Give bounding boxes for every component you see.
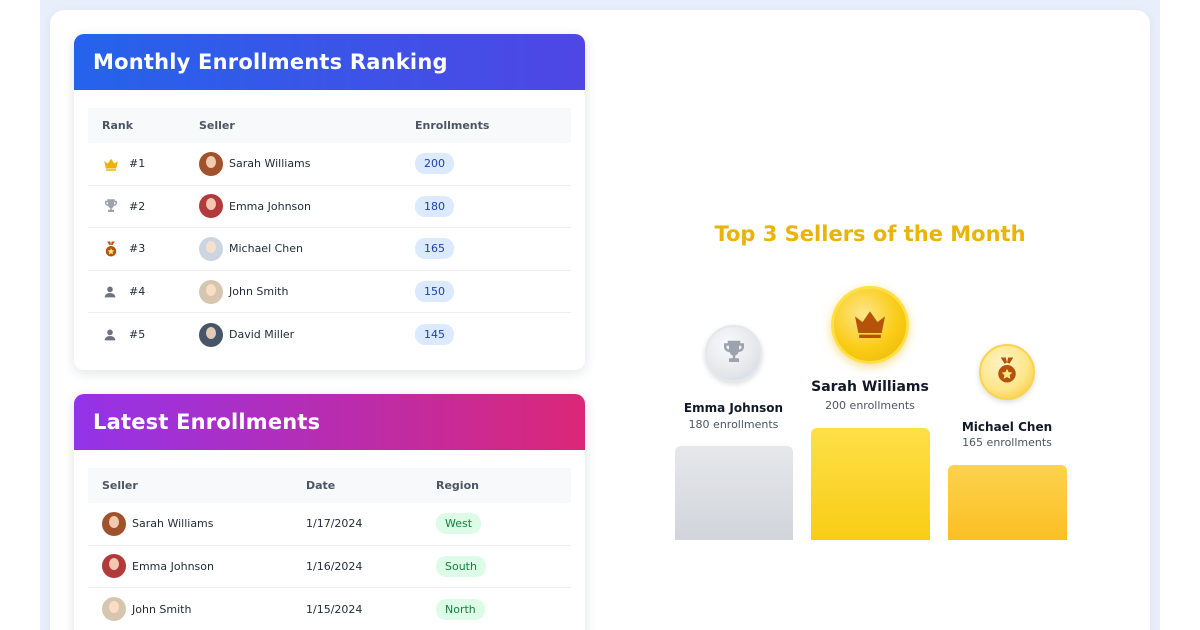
ranking-title: Monthly Enrollments Ranking	[74, 34, 585, 90]
seller-cell: Emma Johnson	[199, 194, 415, 219]
avatar	[102, 511, 126, 536]
rank-label: #2	[129, 199, 146, 213]
column-header-rank: Rank	[102, 119, 134, 132]
table-row[interactable]: #1 Sarah Williams 200	[88, 143, 571, 186]
avatar	[102, 597, 126, 622]
enrollments-badge: 150	[415, 281, 454, 303]
first-place-podium	[811, 428, 930, 540]
seller-name: David Miller	[229, 328, 295, 342]
seller-cell: John Smith	[88, 597, 306, 622]
enrollments-cell: 180	[415, 195, 571, 217]
enrollments-cell: 150	[415, 281, 571, 303]
first-place-name: Sarah Williams	[811, 379, 929, 395]
region-cell: South	[436, 555, 571, 577]
date-cell: 1/15/2024	[306, 602, 363, 616]
first-place-enrollments: 200 enrollments	[825, 399, 915, 412]
table-row[interactable]: Sarah Williams 1/17/2024 West	[88, 503, 571, 546]
ranking-table-header: Rank Seller Enrollments	[88, 108, 571, 143]
rank-label: #3	[129, 242, 146, 256]
third-place-enrollments: 165 enrollments	[962, 436, 1052, 449]
table-row[interactable]: Emma Johnson 1/16/2024 South	[88, 546, 571, 589]
table-row[interactable]: John Smith 1/15/2024 North	[88, 588, 571, 630]
enrollments-cell: 165	[415, 238, 571, 260]
rank-cell: #5	[88, 327, 199, 343]
region-badge: North	[436, 598, 485, 620]
enrollments-badge: 165	[415, 238, 454, 260]
enrollments-badge: 200	[415, 153, 454, 175]
first-place-badge	[831, 286, 909, 364]
column-header-enrollments: Enrollments	[415, 119, 490, 132]
seller-name: John Smith	[132, 602, 192, 616]
user-icon	[102, 284, 129, 300]
avatar	[199, 194, 223, 219]
ranking-table: Rank Seller Enrollments #1 Sarah Williams…	[88, 108, 571, 356]
table-row[interactable]: #5 David Miller 145	[88, 313, 571, 356]
avatar	[102, 554, 126, 579]
region-badge: South	[436, 555, 486, 577]
column-header-region: Region	[436, 479, 479, 492]
seller-name: Sarah Williams	[132, 517, 214, 531]
table-row[interactable]: #4 John Smith 150	[88, 271, 571, 314]
seller-cell: John Smith	[199, 279, 415, 304]
avatar	[199, 279, 223, 304]
rank-label: #5	[129, 328, 146, 342]
rank-cell: #4	[88, 284, 199, 300]
avatar	[199, 151, 223, 176]
rank-label: #4	[129, 285, 146, 299]
trophy-icon	[102, 197, 129, 215]
date-cell: 1/17/2024	[306, 517, 363, 531]
seller-cell: Michael Chen	[199, 236, 415, 261]
enrollments-cell: 200	[415, 153, 571, 175]
region-badge: West	[436, 513, 482, 535]
enrollments-badge: 180	[415, 195, 454, 217]
table-row[interactable]: #2 Emma Johnson 180	[88, 186, 571, 229]
region-cell: North	[436, 598, 571, 620]
rank-label: #1	[129, 157, 146, 171]
column-header-seller: Seller	[102, 479, 138, 492]
crown-icon	[850, 303, 890, 347]
ranking-panel: Monthly Enrollments Ranking Rank Seller …	[74, 34, 585, 370]
rank-cell: #1	[88, 155, 199, 173]
rank-cell: #3	[88, 240, 199, 258]
seller-name: John Smith	[229, 285, 289, 299]
latest-title: Latest Enrollments	[74, 394, 585, 450]
column-header-date: Date	[306, 479, 336, 492]
user-icon	[102, 327, 129, 343]
crown-icon	[102, 155, 129, 173]
seller-cell: David Miller	[199, 322, 415, 347]
avatar	[199, 322, 223, 347]
seller-name: Emma Johnson	[132, 559, 214, 573]
third-place-podium	[948, 465, 1067, 540]
latest-table: Seller Date Region Sarah Williams 1/17/20…	[88, 468, 571, 630]
medal-icon	[992, 355, 1022, 389]
enrollments-cell: 145	[415, 324, 571, 346]
seller-name: Michael Chen	[229, 242, 304, 256]
enrollments-badge: 145	[415, 324, 454, 346]
medal-icon	[102, 240, 129, 258]
seller-name: Emma Johnson	[229, 199, 311, 213]
second-place-badge	[705, 325, 762, 382]
column-header-seller: Seller	[199, 119, 235, 132]
region-cell: West	[436, 513, 571, 535]
seller-cell: Sarah Williams	[199, 151, 415, 176]
latest-table-header: Seller Date Region	[88, 468, 571, 503]
rank-cell: #2	[88, 197, 199, 215]
seller-name: Sarah Williams	[229, 157, 311, 171]
seller-cell: Sarah Williams	[88, 511, 306, 536]
third-place-name: Michael Chen	[961, 420, 1053, 434]
date-cell: 1/16/2024	[306, 559, 363, 573]
podium-title: Top 3 Sellers of the Month	[714, 222, 1026, 246]
second-place-podium	[675, 446, 793, 540]
second-place-name: Emma Johnson	[683, 401, 784, 415]
second-place-enrollments: 180 enrollments	[688, 418, 779, 431]
seller-cell: Emma Johnson	[88, 554, 306, 579]
third-place-badge	[979, 344, 1035, 400]
trophy-icon	[719, 337, 749, 371]
avatar	[199, 236, 223, 261]
latest-panel: Latest Enrollments Seller Date Region Sa…	[74, 394, 585, 630]
table-row[interactable]: #3 Michael Chen 165	[88, 228, 571, 271]
